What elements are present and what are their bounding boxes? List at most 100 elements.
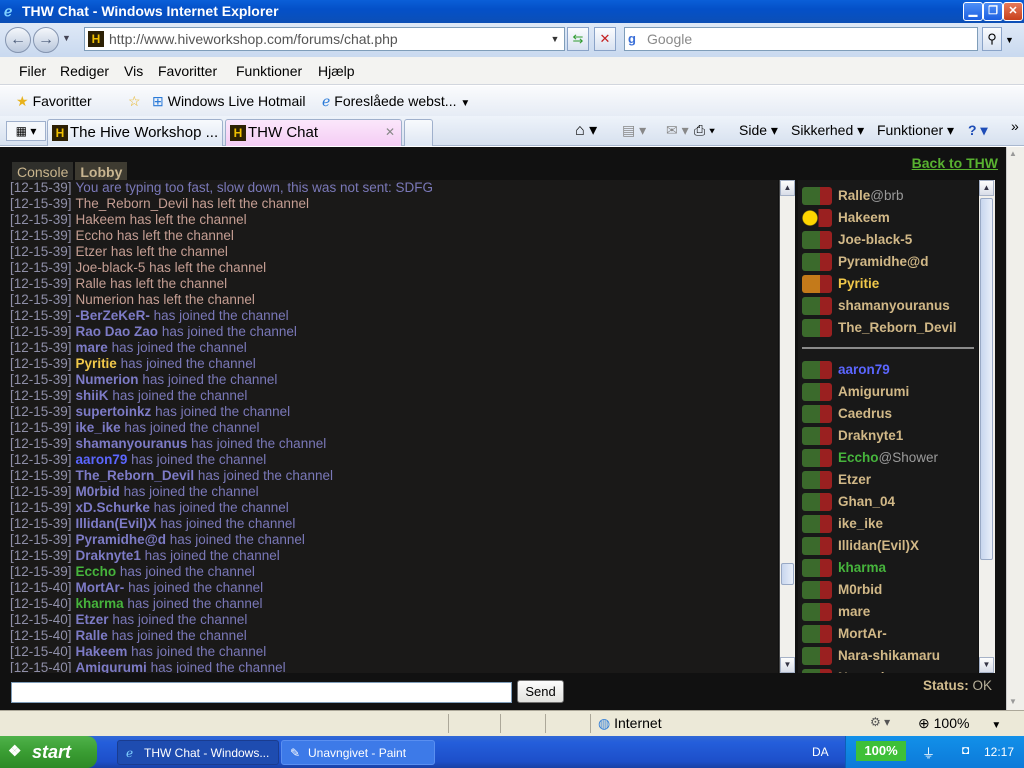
home-icon[interactable]: ⌂ ▾	[575, 120, 597, 140]
message-username[interactable]: The_Reborn_Devil	[76, 468, 195, 483]
address-bar[interactable]: H http://www.hiveworkshop.com/forums/cha…	[84, 27, 565, 51]
protected-mode-icon[interactable]: ⚙ ▾	[870, 715, 890, 729]
user-list-item[interactable]: Pyramidhe@d	[798, 251, 978, 273]
user-list-item[interactable]: Amigurumi	[798, 381, 978, 403]
scroll-up-icon[interactable]: ▲	[780, 180, 795, 196]
message-username[interactable]: -BerZeKeR-	[76, 308, 150, 323]
scroll-down-icon[interactable]: ▼	[780, 657, 795, 673]
message-username[interactable]: Ralle	[76, 628, 108, 643]
chat-log-scroll-thumb[interactable]	[781, 563, 794, 585]
address-dropdown-icon[interactable]: ▼	[548, 31, 562, 47]
user-list-item[interactable]: The_Reborn_Devil	[798, 317, 978, 339]
message-username[interactable]: xD.Schurke	[76, 500, 150, 515]
tab-lobby[interactable]: Lobby	[75, 162, 128, 182]
fav-suggested[interactable]: ℯ Foreslåede webst... ▼	[322, 93, 470, 110]
chat-log-scrollbar[interactable]: ▲ ▼	[779, 180, 795, 673]
message-username[interactable]: mare	[76, 340, 108, 355]
tab-hive-workshop[interactable]: H The Hive Workshop ...	[47, 119, 223, 146]
user-list-item[interactable]: Draknyte1	[798, 425, 978, 447]
minimize-button[interactable]: ▁	[963, 2, 983, 21]
menu-hjaelp[interactable]: Hjælp	[318, 63, 355, 79]
task-thw-chat[interactable]: ℯ THW Chat - Windows...	[117, 740, 279, 765]
user-list-item[interactable]: Numerion	[798, 667, 978, 673]
message-username[interactable]: MortAr-	[76, 580, 125, 595]
message-username[interactable]: Amigurumi	[76, 660, 147, 673]
scroll-down-icon[interactable]: ▼	[979, 657, 994, 673]
user-list-item[interactable]: Illidan(Evil)X	[798, 535, 978, 557]
maximize-button[interactable]: ❐	[983, 2, 1003, 21]
message-username[interactable]: The_Reborn_Devil	[76, 196, 189, 211]
user-list-item[interactable]: Etzer	[798, 469, 978, 491]
network-icon[interactable]: ◘	[962, 743, 969, 757]
mail-icon[interactable]: ✉ ▾	[666, 122, 689, 139]
quick-tabs-icon[interactable]: ▦ ▾	[6, 121, 46, 141]
scroll-up-icon[interactable]: ▲	[979, 180, 994, 196]
page-menu[interactable]: Side ▾	[739, 122, 778, 139]
tab-close-icon[interactable]: ✕	[385, 120, 395, 145]
back-to-thw-link[interactable]: Back to THW	[912, 155, 998, 171]
user-list-item[interactable]: Eccho@Shower	[798, 447, 978, 469]
language-indicator[interactable]: DA	[812, 745, 829, 759]
search-options-icon[interactable]: ▼	[1005, 35, 1014, 45]
battery-indicator[interactable]: 100%	[856, 741, 906, 761]
tab-thw-chat[interactable]: H THW Chat ✕	[225, 119, 402, 146]
forward-button[interactable]: →	[33, 27, 59, 53]
menu-favoritter[interactable]: Favoritter	[158, 63, 217, 79]
favorites-button[interactable]: ★ Favoritter	[16, 93, 92, 110]
user-list-item[interactable]: Ralle@brb	[798, 185, 978, 207]
new-tab-button[interactable]	[404, 119, 433, 146]
message-username[interactable]: ike_ike	[76, 420, 121, 435]
refresh-button[interactable]: ⇆	[567, 27, 589, 51]
user-list-scrollbar[interactable]: ▲ ▼	[979, 180, 995, 673]
menu-vis[interactable]: Vis	[124, 63, 143, 79]
user-list-item[interactable]: mare	[798, 601, 978, 623]
message-username[interactable]: Joe-black-5	[76, 260, 146, 275]
user-list-item[interactable]: Joe-black-5	[798, 229, 978, 251]
fav-hotmail[interactable]: ⊞ Windows Live Hotmail	[152, 93, 305, 110]
tab-console[interactable]: Console	[12, 162, 74, 182]
safety-menu[interactable]: Sikkerhed ▾	[791, 122, 864, 139]
user-list-scroll-thumb[interactable]	[980, 198, 993, 560]
message-username[interactable]: kharma	[76, 596, 124, 611]
task-paint[interactable]: ✎ Unavngivet - Paint	[281, 740, 435, 765]
chat-message-input[interactable]	[11, 682, 512, 703]
message-username[interactable]: aaron79	[76, 452, 128, 467]
message-username[interactable]: Etzer	[76, 612, 109, 627]
help-icon[interactable]: ? ▾	[968, 122, 987, 139]
page-scrollbar[interactable]: ▲ ▼	[1006, 147, 1024, 710]
user-list-item[interactable]: Hakeem	[798, 207, 978, 229]
menu-rediger[interactable]: Rediger	[60, 63, 109, 79]
message-username[interactable]: Numerion	[76, 372, 139, 387]
message-username[interactable]: Numerion	[76, 292, 135, 307]
message-username[interactable]: Draknyte1	[76, 548, 141, 563]
message-username[interactable]: supertoinkz	[76, 404, 152, 419]
menu-funktioner[interactable]: Funktioner	[236, 63, 302, 79]
add-favorite-icon[interactable]: ☆	[128, 93, 145, 110]
message-username[interactable]: Hakeem	[76, 644, 128, 659]
message-username[interactable]: Etzer	[76, 244, 108, 259]
chevron-more-icon[interactable]: »	[1011, 118, 1019, 134]
search-input[interactable]: g Google	[624, 27, 978, 51]
menu-filer[interactable]: Filer	[19, 63, 46, 79]
message-username[interactable]: Ralle	[76, 276, 107, 291]
message-username[interactable]: Eccho	[76, 564, 117, 579]
power-plug-icon[interactable]: ⏚	[922, 743, 935, 762]
user-list-item[interactable]: M0rbid	[798, 579, 978, 601]
user-list-item[interactable]: Nara-shikamaru	[798, 645, 978, 667]
message-username[interactable]: Hakeem	[76, 212, 126, 227]
message-username[interactable]: shiiK	[76, 388, 109, 403]
message-username[interactable]: shamanyouranus	[76, 436, 188, 451]
user-list-item[interactable]: aaron79	[798, 359, 978, 381]
send-button[interactable]: Send	[517, 680, 564, 703]
zoom-control[interactable]: ⊕ 100% ▼	[918, 715, 1001, 732]
user-list-item[interactable]: shamanyouranus	[798, 295, 978, 317]
message-username[interactable]: Eccho	[76, 228, 114, 243]
close-button[interactable]: ✕	[1003, 2, 1023, 21]
search-button[interactable]: ⚲	[982, 27, 1002, 51]
message-username[interactable]: Illidan(Evil)X	[76, 516, 157, 531]
user-list-item[interactable]: MortAr-	[798, 623, 978, 645]
start-button[interactable]: ❖ start	[0, 736, 97, 768]
history-dropdown-icon[interactable]: ▼	[62, 33, 71, 43]
back-button[interactable]: ←	[5, 27, 31, 53]
user-list-item[interactable]: Pyritie	[798, 273, 978, 295]
